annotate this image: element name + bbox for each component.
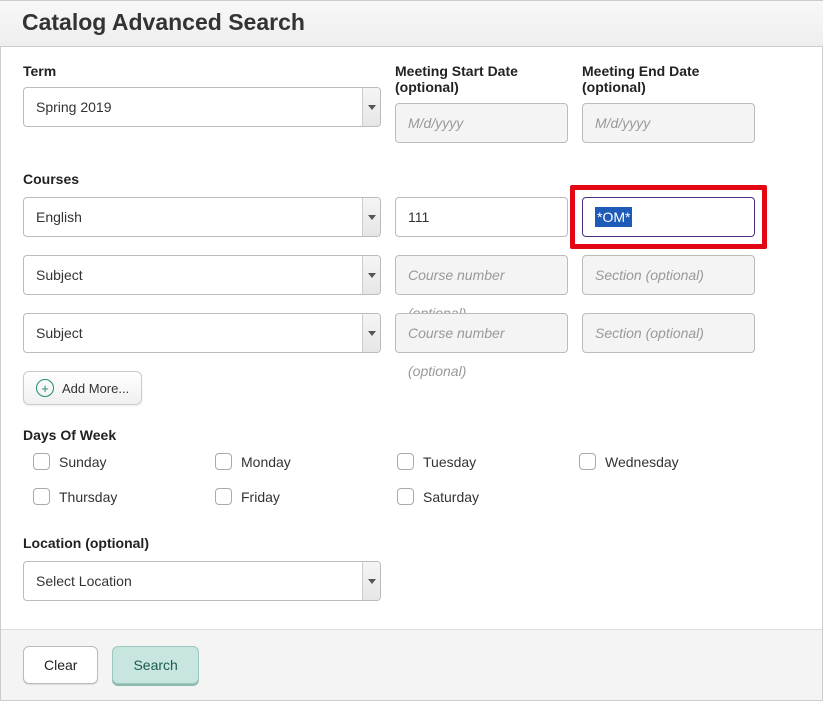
subject-value: English xyxy=(24,209,362,225)
course-number-input-2[interactable]: Course number (optional) xyxy=(395,313,568,353)
search-button[interactable]: Search xyxy=(112,646,198,684)
day-checkbox-monday[interactable]: Monday xyxy=(205,453,387,470)
day-checkbox-wednesday[interactable]: Wednesday xyxy=(569,453,751,470)
location-label: Location (optional) xyxy=(23,535,800,551)
course-number-value: 111 xyxy=(408,198,555,236)
add-more-label: Add More... xyxy=(62,381,129,396)
day-label: Friday xyxy=(241,489,280,505)
checkbox-icon xyxy=(579,453,596,470)
day-label: Thursday xyxy=(59,489,117,505)
chevron-down-icon xyxy=(362,562,380,600)
meeting-start-col: Meeting Start Date (optional) M/d/yyyy xyxy=(395,63,568,143)
day-checkbox-saturday[interactable]: Saturday xyxy=(387,488,569,505)
day-label: Saturday xyxy=(423,489,479,505)
day-checkbox-friday[interactable]: Friday xyxy=(205,488,387,505)
checkbox-icon xyxy=(33,453,50,470)
course-row-1: Subject Course number (optional) Section… xyxy=(23,255,800,295)
checkbox-icon xyxy=(215,488,232,505)
placeholder-text: M/d/yyyy xyxy=(408,104,555,142)
subject-select-1[interactable]: Subject xyxy=(23,255,381,295)
subject-select-2[interactable]: Subject xyxy=(23,313,381,353)
meeting-start-label: Meeting Start Date (optional) xyxy=(395,63,568,95)
section-value: *OM* xyxy=(595,207,632,227)
location-value: Select Location xyxy=(24,573,362,589)
day-label: Tuesday xyxy=(423,454,476,470)
section-input-0[interactable]: *OM* xyxy=(582,197,755,237)
day-label: Sunday xyxy=(59,454,106,470)
add-more-button[interactable]: + Add More... xyxy=(23,371,142,405)
meeting-end-col: Meeting End Date (optional) M/d/yyyy xyxy=(582,63,755,143)
plus-icon: + xyxy=(36,379,54,397)
course-row-2: Subject Course number (optional) Section… xyxy=(23,313,800,353)
course-row-0: English 111 *OM* xyxy=(23,197,800,237)
term-select[interactable]: Spring 2019 xyxy=(23,87,381,127)
placeholder-text: M/d/yyyy xyxy=(595,104,742,142)
days-label: Days Of Week xyxy=(23,427,800,443)
day-checkbox-sunday[interactable]: Sunday xyxy=(23,453,205,470)
clear-button[interactable]: Clear xyxy=(23,646,98,684)
checkbox-icon xyxy=(215,453,232,470)
meeting-start-input[interactable]: M/d/yyyy xyxy=(395,103,568,143)
course-number-input-1[interactable]: Course number (optional) xyxy=(395,255,568,295)
location-select[interactable]: Select Location xyxy=(23,561,381,601)
section-input-2[interactable]: Section (optional) xyxy=(582,313,755,353)
term-label: Term xyxy=(23,63,381,79)
subject-placeholder: Subject xyxy=(24,267,362,283)
chevron-down-icon xyxy=(362,314,380,352)
chevron-down-icon xyxy=(362,256,380,294)
chevron-down-icon xyxy=(362,198,380,236)
course-number-input-0[interactable]: 111 xyxy=(395,197,568,237)
row-term-dates: Term Spring 2019 Meeting Start Date (opt… xyxy=(23,63,800,143)
term-value: Spring 2019 xyxy=(24,99,362,115)
panel-content: Term Spring 2019 Meeting Start Date (opt… xyxy=(1,47,822,629)
subject-placeholder: Subject xyxy=(24,325,362,341)
day-label: Monday xyxy=(241,454,291,470)
placeholder-text: Course number (optional) xyxy=(408,314,555,390)
meeting-end-label: Meeting End Date (optional) xyxy=(582,63,755,95)
days-grid: Sunday Monday Tuesday Wednesday Thursday… xyxy=(23,453,800,505)
day-checkbox-thursday[interactable]: Thursday xyxy=(23,488,205,505)
page-title: Catalog Advanced Search xyxy=(22,9,801,36)
meeting-end-input[interactable]: M/d/yyyy xyxy=(582,103,755,143)
subject-select-0[interactable]: English xyxy=(23,197,381,237)
checkbox-icon xyxy=(33,488,50,505)
panel-header: Catalog Advanced Search xyxy=(0,0,823,47)
term-col: Term Spring 2019 xyxy=(23,63,381,143)
checkbox-icon xyxy=(397,453,414,470)
checkbox-icon xyxy=(397,488,414,505)
search-panel: Term Spring 2019 Meeting Start Date (opt… xyxy=(0,47,823,701)
section-input-1[interactable]: Section (optional) xyxy=(582,255,755,295)
day-checkbox-tuesday[interactable]: Tuesday xyxy=(387,453,569,470)
footer-bar: Clear Search xyxy=(1,629,822,700)
section-highlight-box: *OM* xyxy=(570,185,767,249)
placeholder-text: Section (optional) xyxy=(595,256,742,294)
day-label: Wednesday xyxy=(605,454,679,470)
chevron-down-icon xyxy=(362,88,380,126)
location-wrap: Select Location xyxy=(23,561,381,601)
placeholder-text: Section (optional) xyxy=(595,314,742,352)
